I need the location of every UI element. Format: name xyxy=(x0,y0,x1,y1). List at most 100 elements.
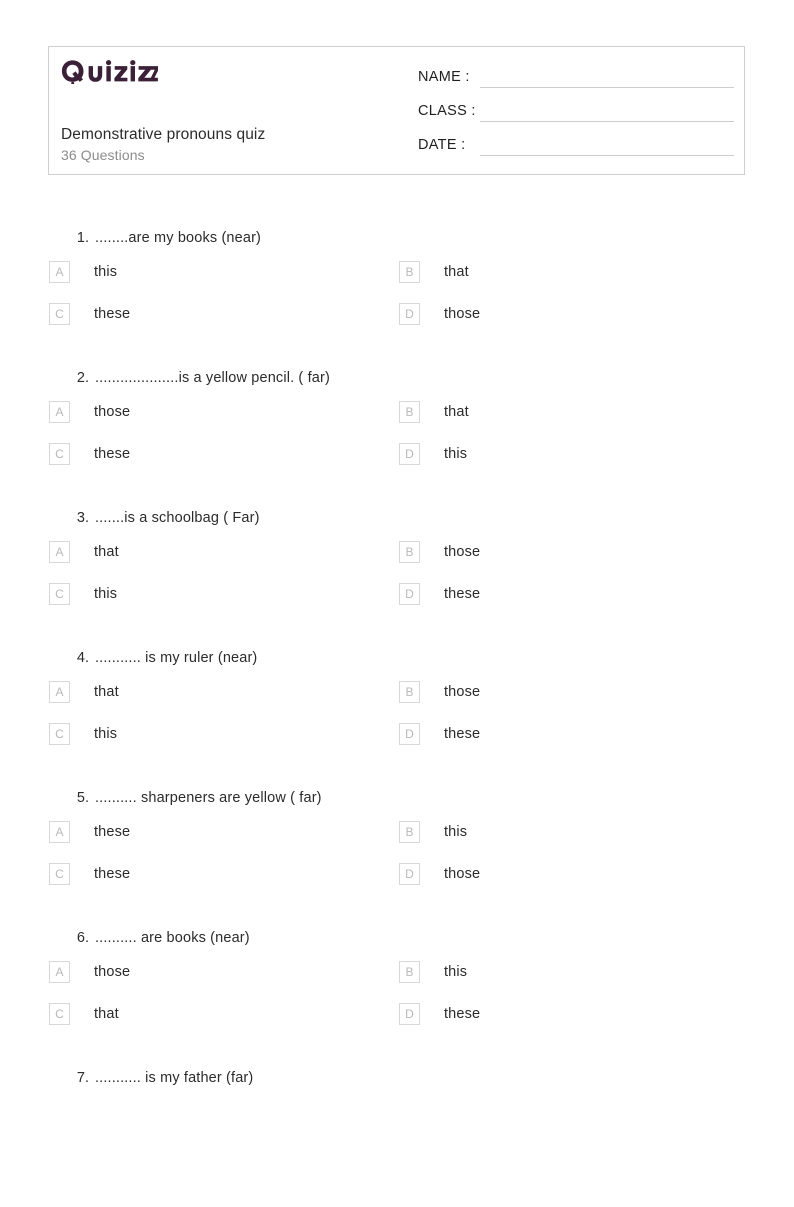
answer-option[interactable]: Athat xyxy=(49,537,119,567)
option-letter-box: A xyxy=(49,961,70,983)
option-text: that xyxy=(94,544,119,560)
option-letter-box: C xyxy=(49,303,70,325)
option-letter-box: D xyxy=(399,443,420,465)
answer-option[interactable]: Dthose xyxy=(399,859,480,889)
answer-option[interactable]: Bthose xyxy=(399,677,480,707)
answer-option[interactable]: Bthose xyxy=(399,537,480,567)
date-field-input[interactable] xyxy=(480,155,734,156)
answer-option[interactable]: Cthis xyxy=(49,719,117,749)
question-text: ........... is my father (far) xyxy=(95,1070,254,1086)
questions-list: 1. ........are my books (near) Athis Bthat C… xyxy=(0,227,794,1207)
option-letter-box: D xyxy=(399,723,420,745)
question-number: 4. xyxy=(76,650,89,666)
option-text: this xyxy=(444,824,468,840)
option-text: this xyxy=(444,964,468,980)
option-letter-box: B xyxy=(399,961,420,983)
worksheet-header-card: Demonstrative pronouns quiz 36 Questions… xyxy=(48,46,745,175)
option-text: these xyxy=(94,306,131,322)
option-letter-box: A xyxy=(49,541,70,563)
question-number: 1. xyxy=(76,230,89,246)
quizizz-logo xyxy=(61,58,158,86)
option-text: that xyxy=(444,264,469,280)
option-row: Athis Bthat xyxy=(0,257,794,299)
option-row: Cthis Dthese xyxy=(0,579,794,621)
option-text: this xyxy=(94,586,118,602)
answer-option[interactable]: Dthis xyxy=(399,439,467,469)
answer-option[interactable]: Cthis xyxy=(49,579,117,609)
question-number: 5. xyxy=(76,790,89,806)
option-letter-box: D xyxy=(399,583,420,605)
question-block: 1. ........are my books (near) Athis Bthat C… xyxy=(0,227,794,367)
option-letter-box: D xyxy=(399,1003,420,1025)
answer-option[interactable]: Bthat xyxy=(399,257,469,287)
question-block: 3. .......is a schoolbag ( Far) Athat Bthos… xyxy=(0,507,794,647)
question-block: 4. ........... is my ruler (near) Athat Bth… xyxy=(0,647,794,787)
answer-option[interactable]: Athose xyxy=(49,397,130,427)
answer-option[interactable]: Cthese xyxy=(49,439,130,469)
option-letter-box: A xyxy=(49,821,70,843)
option-text: those xyxy=(444,866,481,882)
question-number: 3. xyxy=(76,510,89,526)
option-letter-box: B xyxy=(399,821,420,843)
option-text: those xyxy=(444,544,481,560)
question-header: 6. .......... are books (near) xyxy=(0,927,794,957)
answer-option[interactable]: Dthese xyxy=(399,719,480,749)
option-row: Cthese Dthose xyxy=(0,859,794,901)
answer-option[interactable]: Dthese xyxy=(399,999,480,1029)
class-field-label: CLASS : xyxy=(418,103,476,119)
name-field-input[interactable] xyxy=(480,87,734,88)
class-field-input[interactable] xyxy=(480,121,734,122)
question-text: .......... sharpeners are yellow ( far) xyxy=(95,790,322,806)
class-field-row: CLASS : xyxy=(418,99,734,133)
question-header: 5. .......... sharpeners are yellow ( far… xyxy=(0,787,794,817)
answer-option[interactable]: Athose xyxy=(49,957,130,987)
option-text: this xyxy=(94,726,118,742)
question-count-label: 36 Questions xyxy=(61,147,145,163)
option-row: Athat Bthose xyxy=(0,537,794,579)
option-row: Athat Bthose xyxy=(0,677,794,719)
question-number: 7. xyxy=(76,1070,89,1086)
option-row: Athose Bthis xyxy=(0,957,794,999)
option-letter-box: C xyxy=(49,443,70,465)
answer-option[interactable]: Dthose xyxy=(399,299,480,329)
option-letter-box: A xyxy=(49,401,70,423)
option-text: those xyxy=(94,404,131,420)
answer-option[interactable]: Cthat xyxy=(49,999,119,1029)
option-letter-box: A xyxy=(49,261,70,283)
question-header: 1. ........are my books (near) xyxy=(0,227,794,257)
option-text: these xyxy=(444,1006,481,1022)
question-number: 2. xyxy=(76,370,89,386)
option-text: that xyxy=(94,684,119,700)
option-row: Cthese Dthose xyxy=(0,299,794,341)
question-text: ....................is a yellow pencil. … xyxy=(95,370,330,386)
question-number: 6. xyxy=(76,930,89,946)
quiz-title: Demonstrative pronouns quiz xyxy=(61,126,266,143)
question-text: .......... are books (near) xyxy=(95,930,250,946)
option-text: those xyxy=(444,684,481,700)
question-block: 6. .......... are books (near) Athose Bthis… xyxy=(0,927,794,1067)
answer-option[interactable]: Bthat xyxy=(399,397,469,427)
option-row: Cthat Dthese xyxy=(0,999,794,1041)
answer-option[interactable]: Bthis xyxy=(399,957,467,987)
answer-option[interactable]: Bthis xyxy=(399,817,467,847)
answer-option[interactable]: Cthese xyxy=(49,859,130,889)
option-text: those xyxy=(444,306,481,322)
answer-option[interactable]: Athis xyxy=(49,257,117,287)
date-field-label: DATE : xyxy=(418,137,466,153)
option-letter-box: D xyxy=(399,863,420,885)
answer-option[interactable]: Athese xyxy=(49,817,130,847)
option-letter-box: D xyxy=(399,303,420,325)
option-letter-box: C xyxy=(49,863,70,885)
answer-option[interactable]: Dthese xyxy=(399,579,480,609)
question-header: 3. .......is a schoolbag ( Far) xyxy=(0,507,794,537)
name-field-row: NAME : xyxy=(418,65,734,99)
option-row: Cthese Dthis xyxy=(0,439,794,481)
option-text: this xyxy=(444,446,468,462)
answer-option[interactable]: Athat xyxy=(49,677,119,707)
date-field-row: DATE : xyxy=(418,133,734,167)
question-block: 5. .......... sharpeners are yellow ( far… xyxy=(0,787,794,927)
question-header: 4. ........... is my ruler (near) xyxy=(0,647,794,677)
answer-option[interactable]: Cthese xyxy=(49,299,130,329)
option-row: Athese Bthis xyxy=(0,817,794,859)
option-letter-box: C xyxy=(49,723,70,745)
